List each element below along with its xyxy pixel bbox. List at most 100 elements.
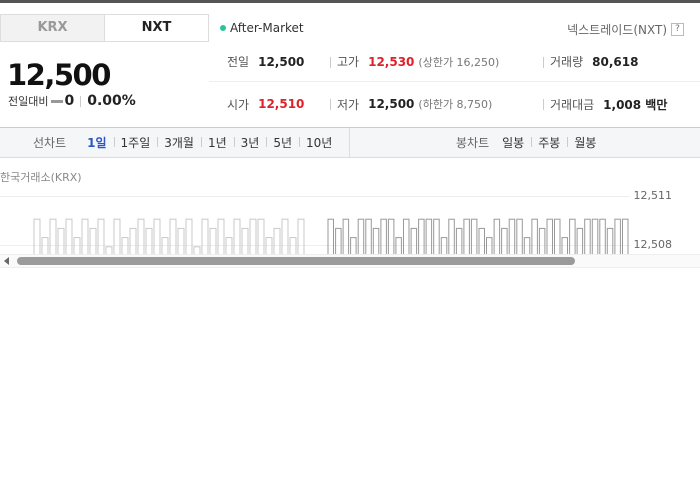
divider <box>0 41 209 42</box>
stat-value: 80,618 <box>592 54 639 69</box>
chart-bar-mark <box>209 227 217 256</box>
chart-bar-mark <box>335 227 342 256</box>
stat-label: 저가 <box>337 97 360 112</box>
market-tabs: KRX NXT <box>0 14 209 42</box>
chart-bar-mark <box>357 218 365 256</box>
stats-row: 전일 12,500 고가 12,530 (상한가 16,250) 거래량 80,… <box>209 42 700 82</box>
chart-bar-mark <box>470 218 478 256</box>
session-status: After-Market <box>220 21 304 35</box>
chart-bar-mark <box>614 218 621 256</box>
stat-value: 1,008 백만 <box>603 97 668 112</box>
chart-bar-mark <box>433 218 440 256</box>
stat-label: 거래대금 <box>550 97 595 112</box>
price-change: 전일대비 0 0.00% <box>8 93 136 109</box>
period-1w[interactable]: 1주일 <box>113 134 158 151</box>
chart-bar-mark <box>217 218 225 256</box>
chart-bar-mark <box>599 218 606 256</box>
help-icon[interactable]: ? <box>671 23 684 36</box>
chart-bar-mark <box>327 218 334 256</box>
line-chart-title: 선차트 <box>33 136 67 150</box>
chart-bar-mark <box>508 218 516 256</box>
chart-bar-mark <box>281 218 289 256</box>
period-monthly[interactable]: 월봉 <box>567 134 603 151</box>
chart-bar-mark <box>448 218 455 256</box>
period-weekly[interactable]: 주봉 <box>531 134 567 151</box>
column-divider <box>330 57 331 68</box>
chart-bar-mark <box>569 218 576 256</box>
stat-label: 시가 <box>227 97 250 112</box>
price-chart: 12,511 12,508 <box>0 186 700 256</box>
scroll-thumb[interactable] <box>17 257 575 265</box>
chart-bar-mark <box>65 218 73 256</box>
separator <box>80 95 82 107</box>
stat-prev-close: 전일 12,500 <box>227 53 304 70</box>
lower-limit: (하한가 8,750) <box>418 98 493 111</box>
line-chart-periods: 선차트 1일 1주일 3개월 1년 3년 5년 10년 <box>0 128 350 157</box>
chart-bar-mark <box>257 218 265 256</box>
chart-source: 한국거래소(KRX) <box>0 171 82 184</box>
chart-bar-mark <box>129 227 137 256</box>
status-dot-icon <box>220 25 226 31</box>
chart-bar-mark <box>273 227 281 256</box>
period-10y[interactable]: 10년 <box>299 134 339 151</box>
chart-bar-mark <box>387 218 395 256</box>
chart-bar-mark <box>516 218 523 256</box>
tab-nxt[interactable]: NXT <box>104 14 209 42</box>
column-divider <box>330 99 331 110</box>
tab-krx[interactable]: KRX <box>0 14 104 42</box>
stat-value: 12,500 <box>368 97 415 111</box>
chart-scrollbar[interactable] <box>0 254 700 268</box>
chart-bar-mark <box>418 218 425 256</box>
chart-bar-mark <box>33 218 41 256</box>
chart-bar-mark <box>531 218 538 256</box>
period-daily[interactable]: 일봉 <box>495 134 531 151</box>
chart-bar-mark <box>554 218 561 256</box>
chart-bar-mark <box>425 218 433 256</box>
column-divider <box>543 57 544 68</box>
chart-bar-mark <box>249 218 257 256</box>
chart-bar-mark <box>153 218 161 256</box>
chart-bar-mark <box>455 227 463 256</box>
current-price: 12,500 <box>7 58 111 92</box>
scroll-left-arrow-icon[interactable] <box>4 257 9 265</box>
stats-row: 시가 12,510 저가 12,500 (하한가 8,750) 거래대금 1,0… <box>209 84 700 124</box>
column-divider <box>543 99 544 110</box>
exchange-name: 넥스트레이드(NXT) <box>567 23 667 37</box>
period-3y[interactable]: 3년 <box>233 134 267 151</box>
change-percent: 0.00% <box>87 93 136 109</box>
chart-bar-mark <box>622 218 629 256</box>
chart-bar-mark <box>81 218 89 256</box>
chart-bar-mark <box>591 218 599 256</box>
chart-bar-mark <box>493 218 501 256</box>
chart-bar-mark <box>576 227 584 256</box>
chart-bar-mark <box>297 218 305 256</box>
chart-bar-mark <box>145 227 153 256</box>
chart-bar-mark <box>538 227 546 256</box>
candle-chart-title: 봉차트 <box>456 136 490 150</box>
chart-bar-mark <box>169 218 177 256</box>
stat-value: 12,530 <box>368 54 415 69</box>
chart-bar-mark <box>113 218 121 256</box>
period-1y[interactable]: 1년 <box>200 134 234 151</box>
chart-bar-mark <box>97 218 105 256</box>
chart-bar-mark <box>342 218 350 256</box>
period-1d[interactable]: 1일 <box>80 134 113 151</box>
chart-bar-mark <box>177 227 185 256</box>
stat-label: 고가 <box>337 55 360 69</box>
y-tick-label: 12,508 <box>633 238 673 251</box>
change-value: 0 <box>64 93 75 109</box>
chart-bar-mark <box>57 227 65 256</box>
chart-bar-mark <box>201 218 209 256</box>
chart-bar-mark <box>606 227 614 256</box>
chart-bar-mark <box>89 227 97 256</box>
chart-bar-mark <box>365 218 372 256</box>
chart-bar-mark <box>463 218 470 256</box>
period-5y[interactable]: 5년 <box>266 134 299 151</box>
stat-volume: 거래량 80,618 <box>550 53 638 70</box>
stat-turnover: 거래대금 1,008 백만 <box>550 96 667 113</box>
period-3m[interactable]: 3개월 <box>157 134 201 151</box>
chart-bar-mark <box>137 218 145 256</box>
top-border <box>0 0 700 3</box>
chart-bar-mark <box>380 218 387 256</box>
chart-bar-mark <box>546 218 553 256</box>
